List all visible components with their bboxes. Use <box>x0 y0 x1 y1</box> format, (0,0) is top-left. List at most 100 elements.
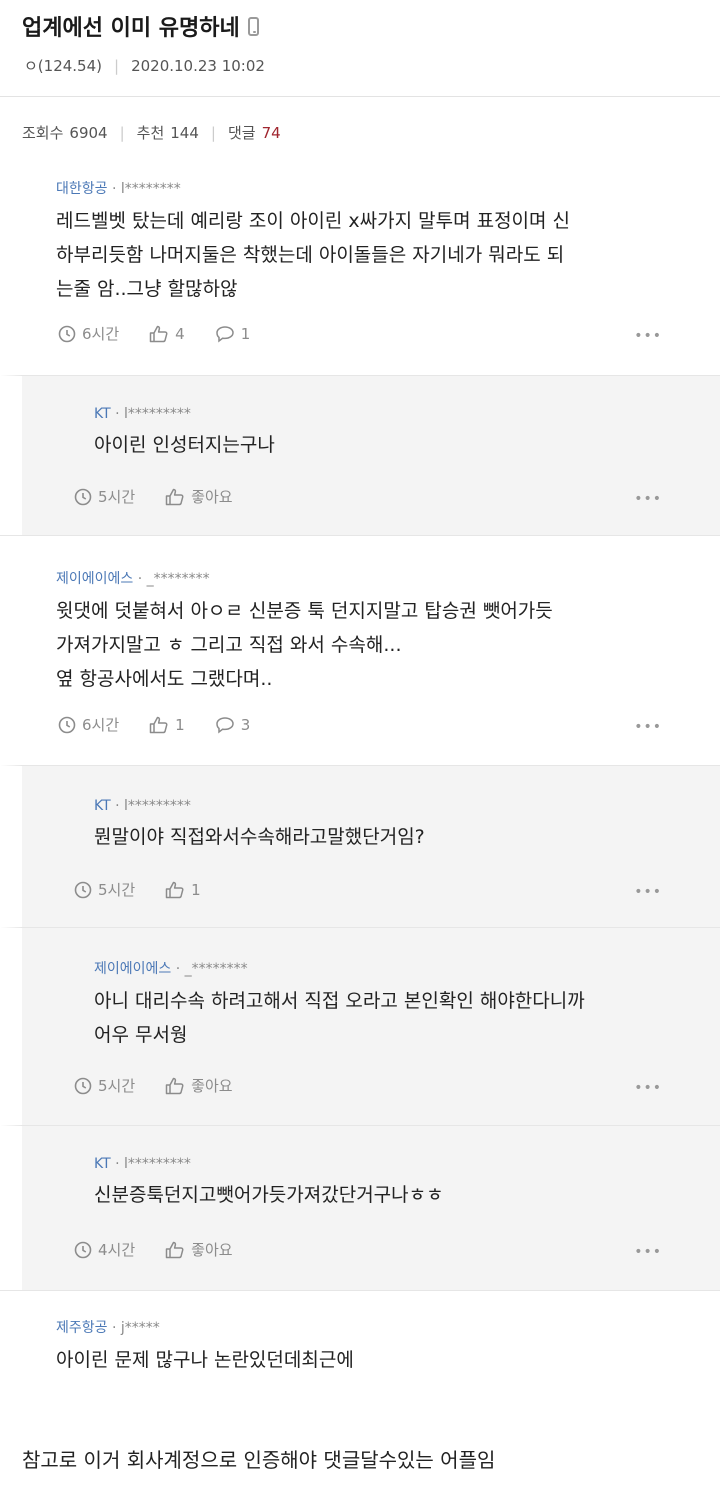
more-options-button[interactable]: ••• <box>634 884 662 900</box>
post-header: 업계에선 이미 유명하네 ㅇ(124.54) | 2020.10.23 10:0… <box>0 0 720 97</box>
comment-actions: 4시간 좋아요 <box>74 1239 263 1260</box>
reply-count: 3 <box>240 715 251 734</box>
speech-bubble-icon <box>215 325 234 343</box>
comment-line: 가져가지말고 ㅎ 그리고 직접 와서 수속해... <box>56 634 402 656</box>
comments-count: 74 <box>261 123 281 142</box>
author-id: · l********* <box>110 1156 191 1172</box>
time-text: 5시간 <box>98 488 136 506</box>
stats-divider: | <box>210 123 216 142</box>
recommend-label: 추천 <box>136 124 165 142</box>
comment-author[interactable]: 대한항공 · l******** <box>56 178 720 198</box>
time-stamp: 5시간 <box>74 879 135 900</box>
like-label: 좋아요 <box>191 488 233 506</box>
comment-line: 는줄 암..그냥 할많하않 <box>56 278 238 300</box>
author-id: · j***** <box>107 1320 160 1336</box>
like-button[interactable]: 좋아요 <box>165 1239 233 1260</box>
author-id: · l******** <box>107 181 181 197</box>
comment-author[interactable]: KT · l********* <box>94 406 720 422</box>
author-company: 제이에이에스 <box>56 571 134 587</box>
like-button[interactable]: 좋아요 <box>165 1075 233 1096</box>
reply-item: KT · l********* 신분증툭던지고뺏어가듯가져갔단거구나ㅎㅎ 4시간… <box>0 1125 720 1290</box>
comment-author[interactable]: 제주항공 · j***** <box>56 1317 720 1337</box>
more-options-button[interactable]: ••• <box>634 328 662 344</box>
like-button[interactable]: 4 <box>149 325 185 343</box>
comment-line: 아이린 문제 많구나 논란있던데최근에 <box>56 1349 354 1371</box>
comment-actions: 6시간 1 3 <box>58 714 280 735</box>
thumbs-up-icon <box>149 716 168 733</box>
comment-text: 윗댓에 덧붙혀서 아ㅇㄹ 신분증 툭 던지지말고 탑승권 뺏어가듯 가져가지말고… <box>56 594 720 696</box>
post-title: 업계에선 이미 유명하네 <box>22 16 240 41</box>
like-label: 좋아요 <box>191 1241 233 1259</box>
clock-icon <box>74 488 92 505</box>
comments-label: 댓글 <box>227 124 256 142</box>
comment-text: 아니 대리수속 하려고해서 직접 오라고 본인확인 해야한다니까 어우 무서웡 <box>94 984 720 1052</box>
comment-text: 레드벨벳 탔는데 예리랑 조이 아이린 x싸가지 말투며 표정이며 신 하부리듯… <box>56 204 720 306</box>
thumbs-up-icon <box>165 1077 184 1094</box>
author-id: · l********* <box>110 798 191 814</box>
comment-line: 아니 대리수속 하려고해서 직접 오라고 본인확인 해야한다니까 <box>94 990 585 1012</box>
comment-item: 대한항공 · l******** 레드벨벳 탔는데 예리랑 조이 아이린 x싸가… <box>0 170 720 375</box>
meta-divider: | <box>114 56 120 75</box>
comment-line: 옆 항공사에서도 그랬다며.. <box>56 668 273 690</box>
clock-icon <box>58 716 76 733</box>
thumbs-up-icon <box>165 488 184 505</box>
time-text: 6시간 <box>82 716 120 734</box>
like-button[interactable]: 1 <box>165 881 201 899</box>
author-company: 대한항공 <box>56 181 108 197</box>
like-count: 1 <box>191 880 201 899</box>
time-stamp: 6시간 <box>58 323 119 344</box>
thumbs-up-icon <box>149 325 168 342</box>
more-options-button[interactable]: ••• <box>634 719 662 735</box>
reply-item: KT · l********* 아이린 인성터지는구나 5시간 좋아요 ••• <box>0 375 720 535</box>
reply-count: 1 <box>240 324 251 343</box>
author-company: 제이에이에스 <box>94 961 172 977</box>
comment-line: 신분증툭던지고뺏어가듯가져갔단거구나ㅎㅎ <box>94 1184 444 1206</box>
time-text: 4시간 <box>98 1241 136 1259</box>
clock-icon <box>58 325 76 342</box>
comment-line: 하부리듯함 나머지둘은 착했는데 아이돌들은 자기네가 뭐라도 되 <box>56 244 565 266</box>
mobile-icon <box>247 16 259 36</box>
reply-button[interactable]: 1 <box>215 324 251 343</box>
comment-author[interactable]: 제이에이에스 · _******** <box>56 568 720 588</box>
author-company: 제주항공 <box>56 1320 108 1336</box>
reply-item: KT · l********* 뭔말이야 직접와서수속해라고말했단거임? 5시간… <box>0 765 720 927</box>
author-company: KT <box>94 798 111 814</box>
comment-actions: 5시간 1 <box>74 879 231 900</box>
views-count: 6904 <box>69 123 108 142</box>
more-options-button[interactable]: ••• <box>634 1080 662 1096</box>
stats-divider: | <box>119 123 125 142</box>
author-id: · l********* <box>110 406 191 422</box>
more-options-button[interactable]: ••• <box>634 1244 662 1260</box>
author-id: · _******** <box>133 571 210 587</box>
comment-text: 아이린 인성터지는구나 <box>94 428 720 462</box>
comment-line: 어우 무서웡 <box>94 1024 188 1046</box>
clock-icon <box>74 1241 92 1258</box>
comment-line: 아이린 인성터지는구나 <box>94 434 275 456</box>
comment-actions: 5시간 좋아요 <box>74 486 263 507</box>
time-stamp: 5시간 <box>74 1075 135 1096</box>
footer-caption: 참고로 이거 회사계정으로 인증해야 댓글달수있는 어플임 <box>22 1448 496 1472</box>
comment-actions: 6시간 4 1 <box>58 323 280 344</box>
reply-button[interactable]: 3 <box>215 715 251 734</box>
comment-author[interactable]: 제이에이에스 · _******** <box>94 958 720 978</box>
time-text: 6시간 <box>82 325 120 343</box>
like-button[interactable]: 좋아요 <box>165 486 233 507</box>
post-datetime: 2020.10.23 10:02 <box>131 56 265 75</box>
clock-icon <box>74 1077 92 1094</box>
time-stamp: 6시간 <box>58 714 119 735</box>
clock-icon <box>74 881 92 898</box>
comment-author[interactable]: KT · l********* <box>94 798 720 814</box>
author-company: KT <box>94 1156 111 1172</box>
views-label: 조회수 <box>22 124 64 142</box>
post-author[interactable]: ㅇ(124.54) <box>24 55 102 76</box>
comment-text: 신분증툭던지고뺏어가듯가져갔단거구나ㅎㅎ <box>94 1178 720 1212</box>
comment-actions: 5시간 좋아요 <box>74 1075 263 1096</box>
like-count: 1 <box>175 715 185 734</box>
time-stamp: 4시간 <box>74 1239 135 1260</box>
like-button[interactable]: 1 <box>149 716 185 734</box>
more-options-button[interactable]: ••• <box>634 491 662 507</box>
reply-item: 제이에이에스 · _******** 아니 대리수속 하려고해서 직접 오라고 … <box>0 927 720 1125</box>
comment-author[interactable]: KT · l********* <box>94 1156 720 1172</box>
comment-line: 윗댓에 덧붙혀서 아ㅇㄹ 신분증 툭 던지지말고 탑승권 뺏어가듯 <box>56 600 553 622</box>
author-id: · _******** <box>171 961 248 977</box>
